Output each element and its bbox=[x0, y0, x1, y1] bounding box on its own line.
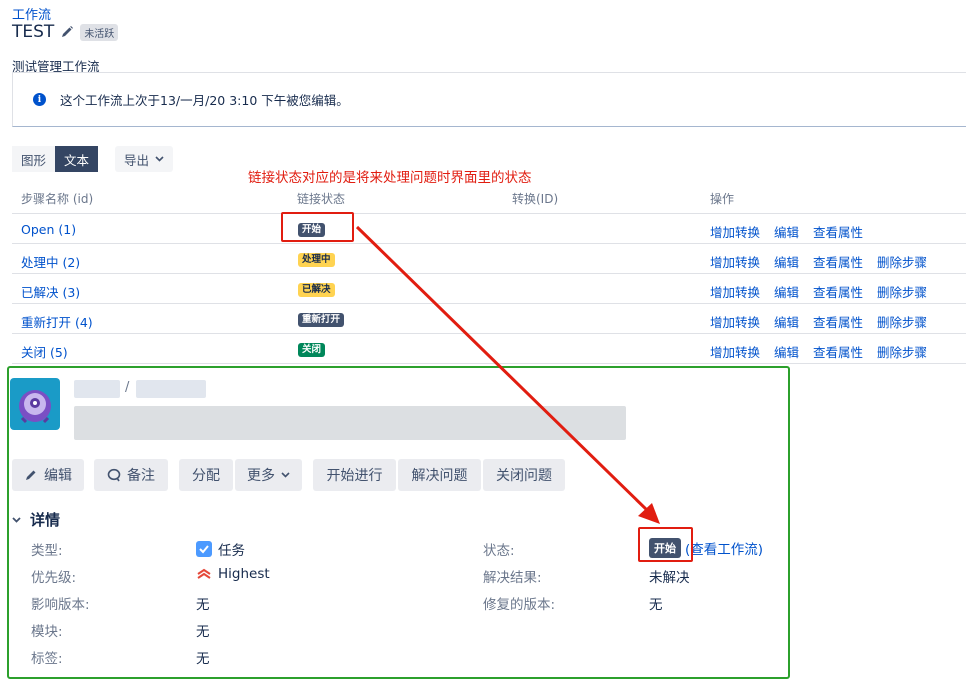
annotation-arrow bbox=[355, 225, 660, 524]
